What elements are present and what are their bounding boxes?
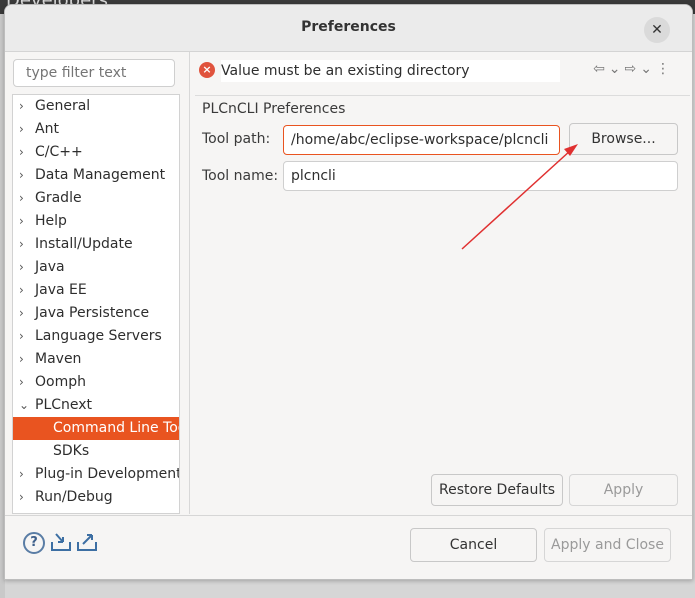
annotation-arrow — [461, 144, 578, 250]
preferences-dialog: Preferences ✕ ›General›Ant›C/C++›Data Ma… — [4, 4, 693, 580]
